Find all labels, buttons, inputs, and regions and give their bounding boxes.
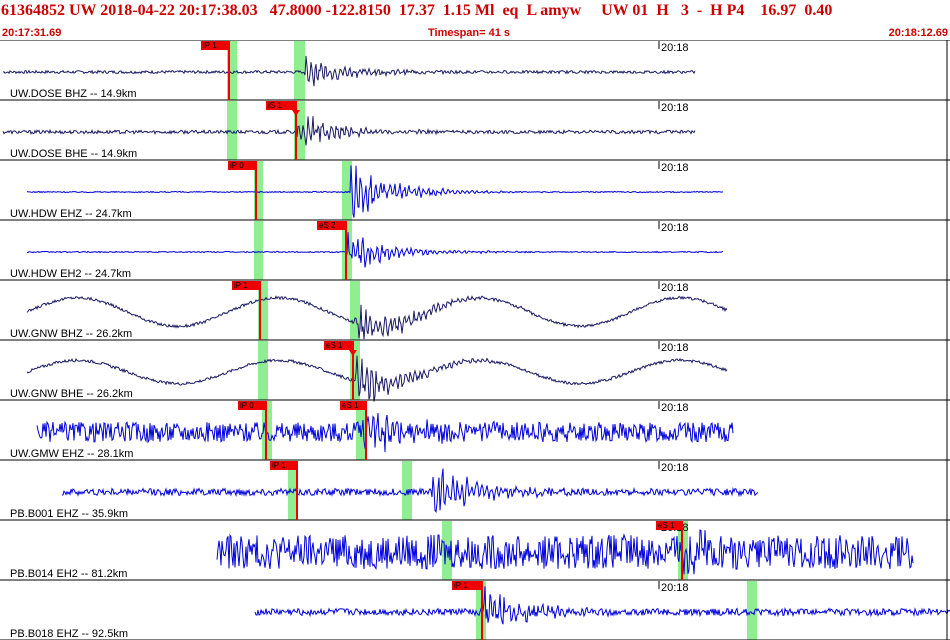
channel-row[interactable]: UW.GNW BHZ -- 26.2km 20:18 (10, 281, 728, 340)
waveform-trace (254, 586, 950, 625)
phase-pick[interactable]: eS 1 (324, 341, 357, 400)
header-bar: 61364852 UW 2018-04-22 20:17:38.03 47.80… (0, 0, 950, 40)
pick-label: iP 1 (234, 281, 248, 290)
start-time: 20:17:31.69 (2, 27, 62, 39)
channel-row[interactable]: PB.B014 EH2 -- 81.2km20:18 (10, 521, 914, 580)
pick-label: iP 0 (230, 161, 244, 170)
time-mark-label: 20:18 (661, 102, 689, 114)
pick-label: iS 1 (268, 101, 282, 110)
channel-row[interactable]: UW.HDW EH2 -- 24.7km 20:18 (10, 221, 724, 280)
time-mark-label: 20:18 (661, 282, 689, 294)
time-mark-label: 20:18 (661, 342, 689, 354)
channel-label: PB.B014 EH2 -- 81.2km (10, 568, 127, 580)
channel-row[interactable]: UW.DOSE BHE -- 14.9km 20:18 (2, 101, 696, 160)
time-mark-label: 20:18 (661, 582, 689, 594)
channel-row[interactable]: UW.DOSE BHZ -- 14.9km 20:18 (2, 41, 696, 100)
event-title: 61364852 UW 2018-04-22 20:17:38.03 47.80… (1, 2, 833, 19)
channel-label: PB.B018 EHZ -- 92.5km (10, 628, 128, 640)
channel-label: UW.HDW EH2 -- 24.7km (10, 268, 131, 280)
pick-label: iP 1 (272, 461, 286, 470)
waveform-trace (2, 116, 696, 146)
pick-window (254, 221, 263, 280)
pick-label: iP 0 (240, 401, 254, 410)
phase-pick[interactable]: iP 0 (228, 161, 257, 220)
channel-row[interactable]: PB.B001 EHZ -- 35.9km 20:18 (10, 461, 759, 520)
pick-label: eS 1 (326, 341, 343, 350)
pick-label: eS 1 (342, 401, 359, 410)
pick-window (747, 581, 757, 640)
timespan-label: Timespan= 41 s (428, 27, 511, 39)
pick-label: eS 2 (319, 221, 336, 230)
seismogram-panel[interactable]: UW.DOSE BHZ -- 14.9km20:18UW.DOSE BHE --… (0, 40, 950, 640)
phase-pick[interactable]: iP 1 (232, 281, 261, 340)
channel-label: UW.DOSE BHE -- 14.9km (10, 148, 137, 160)
channel-row[interactable]: UW.GNW BHE -- 26.2km 20:18 (10, 341, 728, 402)
channel-label: UW.HDW EHZ -- 24.7km (10, 208, 132, 220)
channel-label: UW.DOSE BHZ -- 14.9km (10, 88, 137, 100)
time-mark-label: 20:18 (661, 402, 689, 414)
end-time: 20:18:12.69 (888, 27, 948, 39)
channel-label: UW.GNW BHE -- 26.2km (10, 388, 133, 400)
time-mark-label: 20:18 (661, 462, 689, 474)
phase-pick[interactable]: iP 1 (201, 41, 230, 100)
channel-row[interactable]: UW.HDW EHZ -- 24.7km 20:18 (10, 161, 724, 220)
pick-label: iP 1 (454, 581, 468, 590)
channel-label: UW.GNW BHZ -- 26.2km (10, 328, 132, 340)
time-mark-label: 20:18 (661, 222, 689, 234)
channel-label: UW.GMW EHZ -- 28.1km (10, 448, 133, 460)
pick-label: eS 1 (658, 521, 675, 530)
pick-window (258, 341, 268, 400)
time-mark-label: 20:18 (661, 162, 689, 174)
waveform-trace (36, 413, 734, 453)
waveform-trace (26, 232, 724, 268)
channel-row[interactable]: UW.GMW EHZ -- 28.1km 20:18 (10, 401, 734, 460)
waveform-trace (216, 529, 914, 575)
channel-label: PB.B001 EHZ -- 35.9km (10, 508, 128, 520)
waveform-trace (2, 55, 696, 87)
time-mark-label: 20:18 (661, 42, 689, 54)
pick-label: iP 1 (203, 41, 217, 50)
